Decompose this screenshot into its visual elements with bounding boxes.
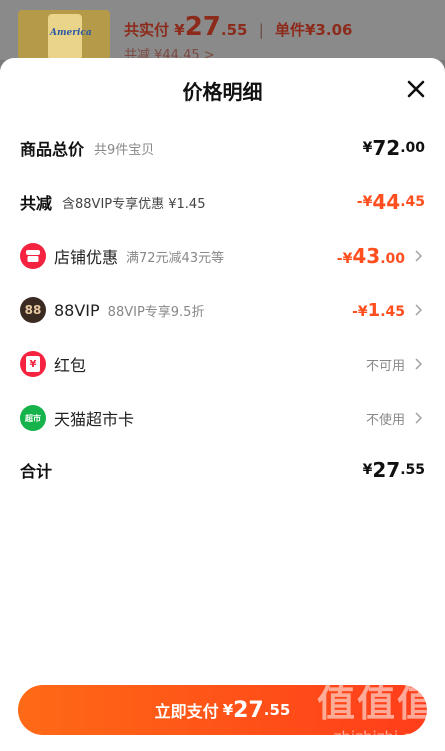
sum-amount: ¥27.55 bbox=[363, 458, 425, 482]
vip-label: 88VIP bbox=[54, 300, 100, 320]
discount-dec: .45 bbox=[400, 194, 425, 210]
row-sum: 合计 ¥27.55 bbox=[20, 450, 425, 490]
store-icon bbox=[20, 243, 46, 269]
bg-unit-price: ¥3.06 bbox=[305, 21, 353, 39]
close-icon bbox=[407, 80, 425, 98]
tmall-card-status: 不使用 bbox=[365, 412, 405, 428]
bg-pay-label: 共实付 bbox=[124, 21, 170, 39]
store-int: 43 bbox=[352, 244, 381, 268]
total-amount: ¥72.00 bbox=[363, 136, 425, 160]
sheet-title: 价格明细 bbox=[182, 80, 263, 104]
bg-unit-label: 单件 bbox=[274, 21, 305, 39]
vip-int: 1 bbox=[367, 299, 381, 321]
red-packet-icon: ¥ bbox=[20, 351, 46, 377]
chevron-right-icon bbox=[411, 411, 425, 425]
total-int: 72 bbox=[372, 136, 401, 160]
row-store-discount[interactable]: 店铺优惠 满72元减43元等 -¥43.00 bbox=[20, 236, 425, 276]
red-packet-status: 不可用 bbox=[365, 358, 405, 374]
row-discount: 共减 含88VIP专享优惠 ¥1.45 -¥ 44.45 bbox=[20, 182, 425, 222]
pay-button-currency: ¥ bbox=[222, 701, 234, 719]
supermarket-card-icon: 超市 bbox=[20, 405, 46, 431]
store-amount: -¥43.00 bbox=[337, 244, 405, 268]
vip88-icon-text: 88 bbox=[24, 303, 42, 317]
total-dec: .00 bbox=[400, 140, 425, 156]
product-brand-text: America bbox=[50, 28, 92, 38]
discount-int: 44 bbox=[372, 190, 401, 214]
close-button[interactable] bbox=[405, 78, 427, 100]
discount-label: 共减 bbox=[20, 194, 53, 213]
total-note: 共9件宝贝 bbox=[94, 142, 155, 158]
watermark: 值值值 zhizhizhi.com bbox=[287, 670, 437, 748]
row-tmall-card[interactable]: 超市 天猫超市卡 不使用 bbox=[20, 398, 425, 438]
watermark-logo: 值值值 bbox=[316, 680, 437, 725]
tmall-card-label: 天猫超市卡 bbox=[54, 410, 135, 429]
row-total: 商品总价 共9件宝贝 ¥72.00 bbox=[20, 128, 425, 168]
product-can-image: America bbox=[48, 14, 92, 60]
row-red-packet[interactable]: ¥ 红包 不可用 bbox=[20, 344, 425, 384]
red-packet-icon-text: ¥ bbox=[26, 356, 40, 372]
store-note: 满72元减43元等 bbox=[126, 250, 225, 266]
sum-int: 27 bbox=[372, 458, 401, 482]
price-detail-sheet: 价格明细 商品总价 共9件宝贝 ¥72.00 共减 含88VIP专享优惠 ¥1.… bbox=[0, 58, 445, 751]
sum-label: 合计 bbox=[20, 462, 53, 481]
pay-button-label: 立即支付 bbox=[154, 702, 219, 721]
vip-amount: -¥1.45 bbox=[352, 300, 405, 321]
sum-dec: .55 bbox=[400, 462, 425, 478]
total-label: 商品总价 bbox=[20, 140, 85, 159]
sum-currency: ¥ bbox=[362, 462, 373, 478]
bg-pay-int: 27 bbox=[184, 12, 221, 42]
total-currency: ¥ bbox=[362, 140, 373, 156]
vip-currency: -¥ bbox=[352, 303, 368, 320]
bg-pay-dec: .55 bbox=[220, 21, 248, 39]
row-88vip[interactable]: 88 88VIP 88VIP专享9.5折 -¥1.45 bbox=[20, 290, 425, 330]
store-dec: .00 bbox=[380, 251, 405, 267]
vip-dec: .45 bbox=[380, 303, 405, 320]
product-thumbnail: America bbox=[18, 10, 110, 60]
vip88-icon: 88 bbox=[20, 297, 46, 323]
discount-amount: -¥ 44.45 bbox=[357, 190, 425, 214]
chevron-right-icon bbox=[411, 357, 425, 371]
bg-separator: | bbox=[258, 21, 264, 39]
pay-button-int: 27 bbox=[233, 697, 264, 723]
background-pay-summary: 共实付 ¥27.55 | 单件¥3.06 bbox=[124, 12, 352, 42]
store-currency: -¥ bbox=[336, 251, 353, 267]
chevron-right-icon bbox=[411, 249, 425, 263]
vip-note: 88VIP专享9.5折 bbox=[107, 304, 205, 320]
discount-note: 含88VIP专享优惠 ¥1.45 bbox=[62, 196, 206, 212]
supermarket-icon-text: 超市 bbox=[25, 413, 41, 423]
discount-currency: -¥ bbox=[356, 194, 373, 210]
store-label: 店铺优惠 bbox=[54, 248, 119, 267]
watermark-url: zhizhizhi.com bbox=[333, 728, 435, 746]
chevron-right-icon bbox=[411, 303, 425, 317]
bg-pay-currency: ¥ bbox=[174, 21, 185, 39]
red-packet-label: 红包 bbox=[54, 356, 87, 375]
background-page: America 共实付 ¥27.55 | 单件¥3.06 共减 ¥44.45 > bbox=[0, 0, 445, 63]
